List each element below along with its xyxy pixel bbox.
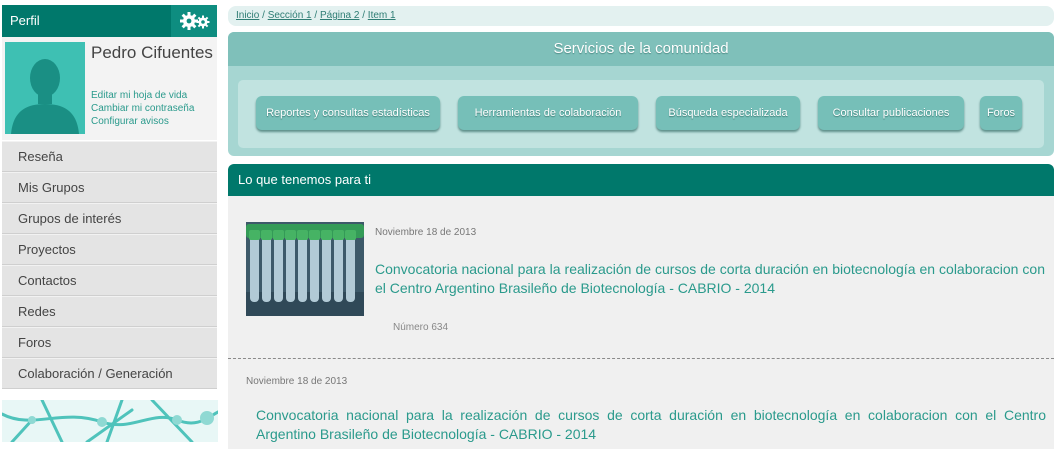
news-date: Noviembre 18 de 2013	[246, 376, 348, 387]
breadcrumb-item-inicio[interactable]: Inicio	[236, 10, 259, 21]
sidebar-menu: Reseña Mis Grupos Grupos de interés Proy…	[2, 141, 217, 389]
gear-icon	[180, 12, 210, 30]
change-password-link[interactable]: Cambiar mi contraseña	[91, 102, 215, 115]
test-tubes-thumbnail[interactable]	[246, 222, 364, 316]
test-tubes-image	[246, 222, 364, 316]
news-title-link[interactable]: Convocatoria nacional para la realizació…	[256, 406, 1046, 444]
news-date: Noviembre 18 de 2013	[375, 227, 477, 238]
sidebar-item-foros[interactable]: Foros	[2, 327, 217, 358]
sidebar-item-grupos-de-interes[interactable]: Grupos de interés	[2, 203, 217, 234]
reports-button[interactable]: Reportes y consultas estadísticas	[256, 96, 440, 130]
configure-alerts-link[interactable]: Configurar avisos	[91, 115, 215, 128]
collaboration-tools-button[interactable]: Herramientas de colaboración	[458, 96, 638, 130]
sidebar-item-redes[interactable]: Redes	[2, 296, 217, 327]
forums-button[interactable]: Foros	[980, 96, 1022, 130]
breadcrumb-item-pagina[interactable]: Página 2	[320, 10, 359, 21]
sidebar-item-colaboracion-generacion[interactable]: Colaboración / Generación	[2, 358, 217, 389]
profile-header: Perfil	[2, 5, 217, 37]
sidebar: Perfil Pedro Cifuentes Editar mi hoja de…	[0, 0, 220, 449]
settings-button[interactable]	[171, 5, 217, 37]
sidebar-item-resena[interactable]: Reseña	[2, 141, 217, 172]
user-silhouette-icon	[11, 59, 79, 134]
avatar[interactable]	[5, 42, 85, 134]
sidebar-item-contactos[interactable]: Contactos	[2, 265, 217, 296]
decorative-banner	[2, 400, 218, 442]
list-divider	[228, 358, 1054, 359]
profile-header-label: Perfil	[10, 13, 40, 28]
news-title-link[interactable]: Convocatoria nacional para la realizació…	[375, 260, 1045, 298]
services-button-bar: Reportes y consultas estadísticas Herram…	[238, 80, 1044, 148]
breadcrumb-item-seccion[interactable]: Sección 1	[268, 10, 312, 21]
breadcrumb-separator: /	[359, 10, 368, 21]
edit-cv-link[interactable]: Editar mi hoja de vida	[91, 89, 215, 102]
offers-header: Lo que tenemos para ti	[228, 164, 1054, 196]
profile-card: Pedro Cifuentes Editar mi hoja de vida C…	[2, 37, 217, 140]
sidebar-item-mis-grupos[interactable]: Mis Grupos	[2, 172, 217, 203]
publications-button[interactable]: Consultar publicaciones	[818, 96, 964, 130]
breadcrumb: Inicio / Sección 1 / Página 2 / Item 1	[228, 6, 1054, 26]
offers-list: Noviembre 18 de 2013 Convocatoria nacion…	[228, 196, 1054, 449]
profile-name: Pedro Cifuentes	[91, 43, 213, 62]
community-services-panel: Servicios de la comunidad Reportes y con…	[228, 32, 1054, 156]
news-number: Número 634	[393, 322, 449, 333]
molecule-network-illustration	[2, 400, 218, 442]
sidebar-item-proyectos[interactable]: Proyectos	[2, 234, 217, 265]
breadcrumb-separator: /	[311, 10, 320, 21]
breadcrumb-separator: /	[259, 10, 268, 21]
services-title: Servicios de la comunidad	[228, 32, 1054, 66]
breadcrumb-item-item[interactable]: Item 1	[368, 10, 396, 21]
specialized-search-button[interactable]: Búsqueda especializada	[656, 96, 800, 130]
